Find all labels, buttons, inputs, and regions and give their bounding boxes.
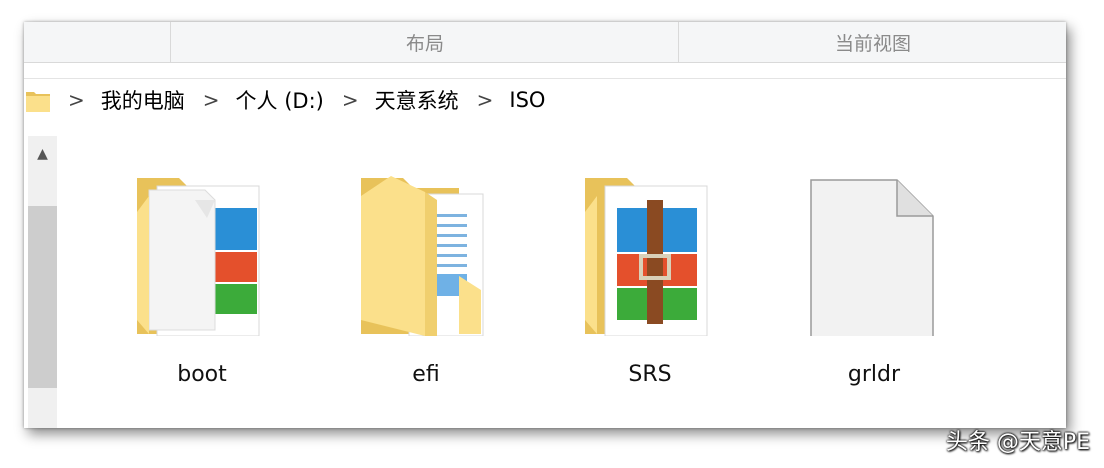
breadcrumb-drive-d[interactable]: 个人 (D:) — [236, 85, 324, 115]
blank-file-icon — [810, 179, 934, 336]
chevron-right-icon[interactable]: > — [203, 88, 220, 112]
ribbon-group-label: 当前视图 — [834, 32, 911, 55]
scroll-up-icon[interactable]: ▲ — [28, 136, 57, 172]
ribbon-group-label: 布局 — [405, 32, 444, 55]
ribbon-group-layout[interactable]: 布局 — [170, 22, 679, 62]
explorer-window: 布局 当前视图 > 我的电脑 > 个人 (D:) > 天意系统 > ISO ▲ — [24, 22, 1066, 428]
ribbon-group-empty — [24, 22, 170, 62]
file-view: ▲ boot efi SRS grldr — [24, 136, 1066, 428]
ribbon: 布局 当前视图 — [24, 22, 1066, 63]
file-name: efi — [412, 362, 440, 387]
scroll-thumb[interactable] — [28, 206, 57, 388]
archive-folder-icon — [137, 178, 260, 336]
ribbon-group-current-view[interactable]: 当前视图 — [678, 22, 1066, 62]
file-item-efi[interactable]: efi — [351, 156, 501, 387]
breadcrumb-iso[interactable]: ISO — [509, 88, 545, 112]
chevron-right-icon[interactable]: > — [68, 88, 85, 112]
file-item-grldr[interactable]: grldr — [799, 156, 949, 387]
breadcrumb-tianyi-system[interactable]: 天意系统 — [375, 85, 459, 115]
file-item-boot[interactable]: boot — [127, 156, 277, 387]
file-name: grldr — [847, 362, 901, 387]
divider — [24, 78, 1066, 79]
breadcrumb-my-computer[interactable]: 我的电脑 — [101, 85, 185, 115]
vertical-scrollbar[interactable]: ▲ — [28, 136, 57, 428]
archive-folder-icon — [585, 178, 708, 336]
file-name: boot — [177, 362, 227, 387]
folder-icon — [26, 88, 50, 112]
watermark: 头条 @天意PE — [945, 430, 1090, 455]
chevron-right-icon[interactable]: > — [477, 88, 494, 112]
file-item-srs[interactable]: SRS — [575, 156, 725, 387]
file-name: SRS — [628, 362, 672, 387]
chevron-right-icon[interactable]: > — [342, 88, 359, 112]
document-folder-icon — [361, 176, 484, 336]
address-bar[interactable]: > 我的电脑 > 个人 (D:) > 天意系统 > ISO — [24, 80, 1066, 120]
